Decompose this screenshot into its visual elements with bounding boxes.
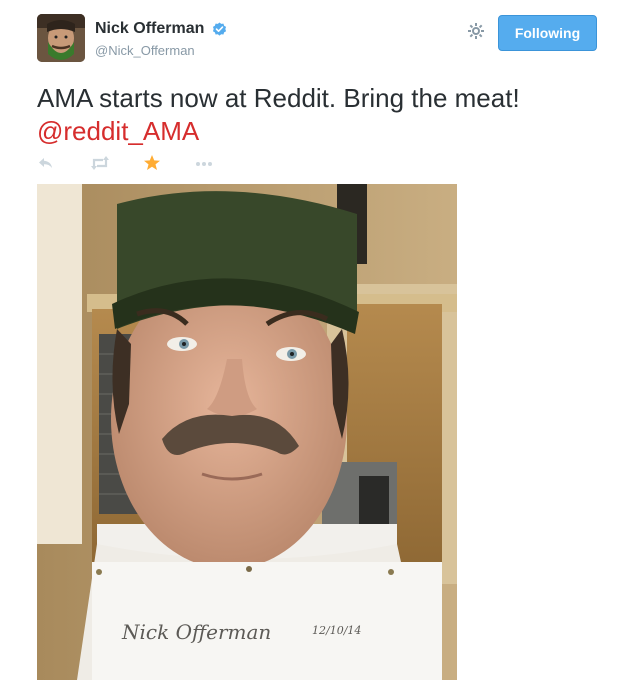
favorite-icon[interactable]: [143, 154, 161, 177]
mention-link[interactable]: @reddit_AMA: [37, 116, 199, 146]
tweet-text-main: AMA starts now at Reddit. Bring the meat…: [37, 83, 520, 113]
gear-icon[interactable]: [466, 21, 486, 41]
handle[interactable]: @Nick_Offerman: [95, 43, 195, 58]
verified-badge-icon: [212, 21, 227, 37]
selfie-image: Nick Offerman 12/10/14: [37, 184, 457, 680]
avatar[interactable]: [37, 14, 85, 62]
paper-date: 12/10/14: [312, 624, 361, 637]
tweet-photo[interactable]: Nick Offerman 12/10/14: [37, 184, 457, 680]
paper-signature: Nick Offerman: [121, 620, 271, 644]
retweet-icon[interactable]: [89, 154, 111, 177]
reply-icon[interactable]: [37, 154, 55, 177]
avatar-image: [37, 14, 85, 62]
more-icon[interactable]: [194, 154, 214, 177]
tweet-text: AMA starts now at Reddit. Bring the meat…: [37, 82, 617, 148]
following-button[interactable]: Following: [498, 15, 597, 51]
author-name-row[interactable]: Nick Offerman: [95, 20, 227, 38]
display-name[interactable]: Nick Offerman: [95, 20, 204, 38]
